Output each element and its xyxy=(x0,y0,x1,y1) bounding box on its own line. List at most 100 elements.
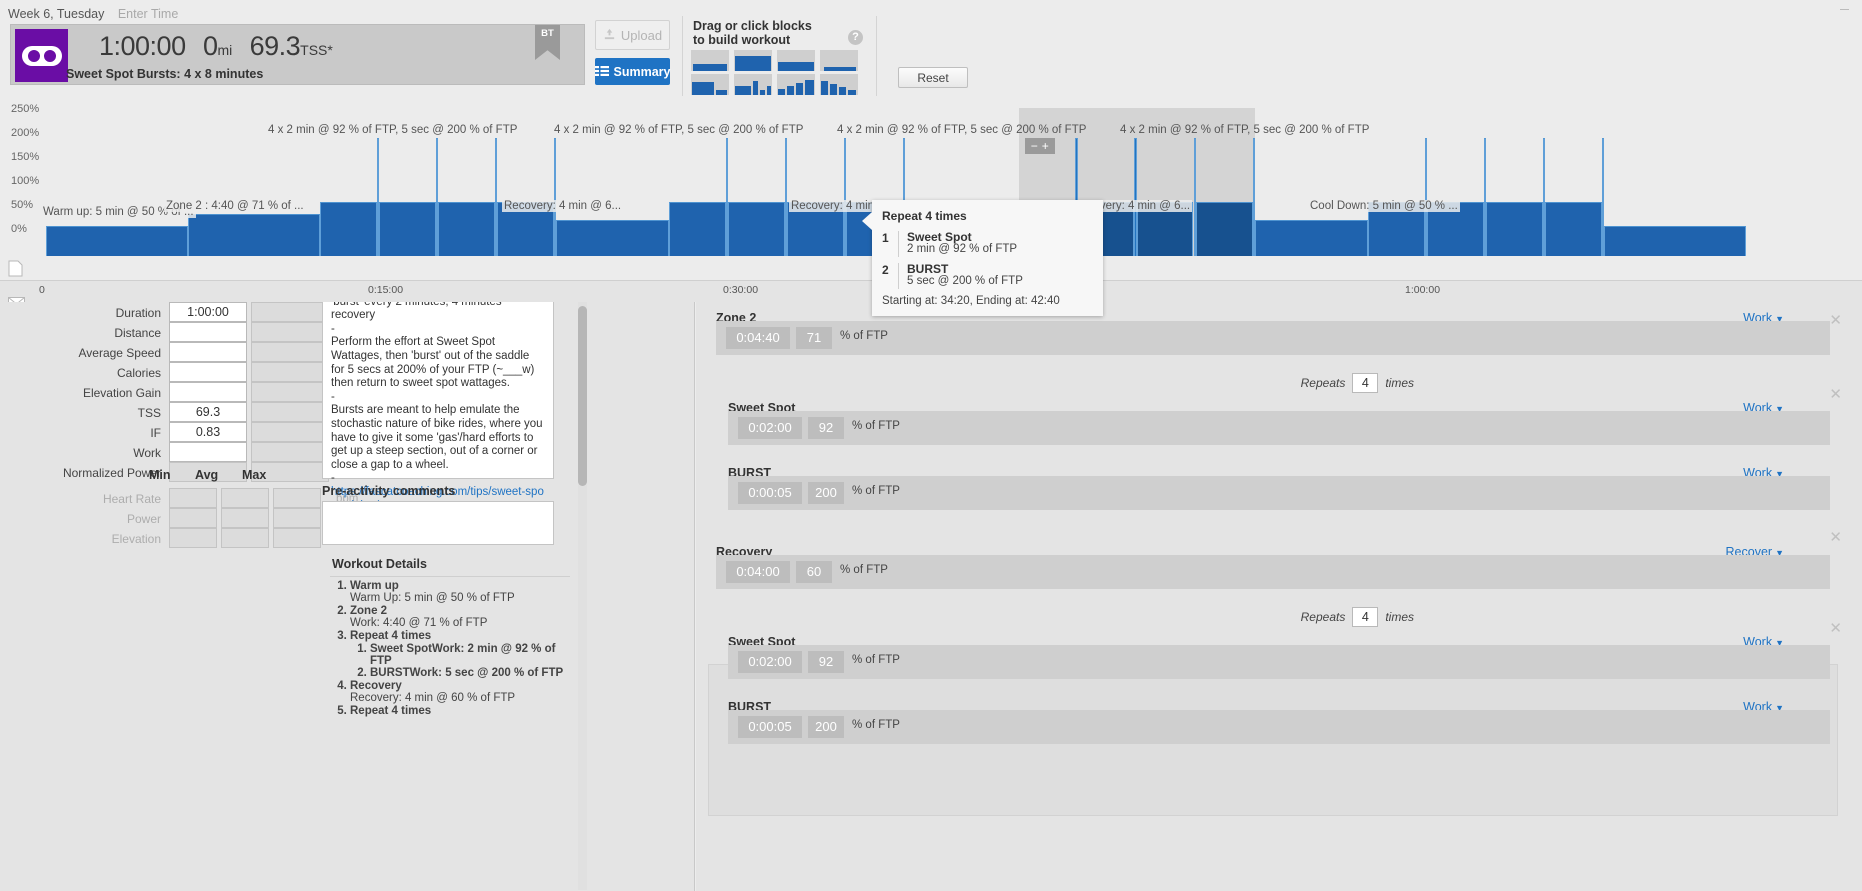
step-row[interactable]: 0:02:00 92 % of FTP xyxy=(728,645,1830,679)
step-row[interactable]: 0:02:00 92 % of FTP xyxy=(728,411,1830,445)
palette-block-ramp-down[interactable] xyxy=(820,74,858,95)
stats-min-input[interactable] xyxy=(169,488,217,508)
step-row[interactable]: 0:04:00 60 % of FTP xyxy=(716,555,1830,589)
palette-block-steady-verylow[interactable] xyxy=(820,50,858,71)
summary-duration: 1:00:00 xyxy=(99,31,186,61)
palette-block-step-down[interactable] xyxy=(691,74,729,95)
segment-label-repeat-2: 4 x 2 min @ 92 % of FTP, 5 sec @ 200 % o… xyxy=(554,124,804,136)
stats-avg-input[interactable] xyxy=(221,488,269,508)
question-mark-icon[interactable]: ? xyxy=(848,30,863,45)
block-repeat-stepper[interactable]: − + xyxy=(1024,138,1055,154)
close-icon[interactable]: ✕ xyxy=(1829,528,1842,546)
chart-segment[interactable] xyxy=(378,201,436,256)
form-completed-input[interactable] xyxy=(251,342,329,362)
minimize-icon[interactable] xyxy=(1840,5,1849,14)
step-duration-input[interactable]: 0:00:05 xyxy=(738,716,802,738)
step-duration-input[interactable]: 0:04:00 xyxy=(726,561,790,583)
step-percent-input[interactable]: 200 xyxy=(808,482,844,504)
form-completed-input[interactable] xyxy=(251,302,329,322)
workout-details-list: Warm upWarm Up: 5 min @ 50 % of FTPZone … xyxy=(328,580,578,718)
x-tick-0: 0 xyxy=(39,284,45,296)
summary-button[interactable]: Summary xyxy=(594,58,671,85)
form-planned-input[interactable] xyxy=(169,322,247,342)
step-percent-input[interactable]: 71 xyxy=(796,327,832,349)
stats-min-input[interactable] xyxy=(169,508,217,528)
stats-max-input[interactable] xyxy=(273,488,321,508)
step-percent-input[interactable]: 200 xyxy=(808,716,844,738)
chart-segment[interactable] xyxy=(1254,220,1369,256)
close-icon[interactable]: ✕ xyxy=(1829,311,1842,329)
palette-block-steady-high[interactable] xyxy=(734,50,772,71)
list-item-detail: Work: 5 sec @ 200 % of FTP xyxy=(409,667,564,679)
reset-button[interactable]: Reset xyxy=(898,67,968,88)
step-row[interactable]: 0:00:05 200 % of FTP xyxy=(728,476,1830,510)
form-label: Work xyxy=(133,446,161,460)
form-planned-input[interactable] xyxy=(169,382,247,402)
stats-max-input[interactable] xyxy=(273,508,321,528)
form-planned-input[interactable]: 0.83 xyxy=(169,422,247,442)
step-row[interactable]: 0:00:05 200 % of FTP xyxy=(728,710,1830,744)
chart-segment[interactable] xyxy=(187,213,320,256)
chart-segment[interactable] xyxy=(319,201,377,256)
repeats-input[interactable]: 4 xyxy=(1352,373,1379,393)
form-completed-input[interactable] xyxy=(251,402,329,422)
step-unit-label: % of FTP xyxy=(852,654,900,666)
form-planned-input[interactable] xyxy=(169,442,247,462)
step-duration-input[interactable]: 0:02:00 xyxy=(738,651,802,673)
form-planned-input[interactable] xyxy=(169,362,247,382)
close-icon[interactable]: ✕ xyxy=(1829,385,1842,403)
repeats-label: Repeats xyxy=(1300,376,1346,390)
summary-distance: 0 xyxy=(202,31,218,61)
description-text[interactable]: 4 x 8 minutes ON in Sweet Spot with a 'b… xyxy=(322,302,554,512)
step-duration-input[interactable]: 0:02:00 xyxy=(738,417,802,439)
repeats-input[interactable]: 4 xyxy=(1352,607,1379,627)
segment-label-zone2: Zone 2 : 4:40 @ 71 % of ... xyxy=(164,200,306,212)
step-duration-input[interactable]: 0:04:40 xyxy=(726,327,790,349)
list-item-detail: Work: 4:40 @ 71 % of FTP xyxy=(350,617,488,629)
step-row[interactable]: 0:04:40 71 % of FTP xyxy=(716,321,1830,355)
step-duration-input[interactable]: 0:00:05 xyxy=(738,482,802,504)
step-percent-input[interactable]: 92 xyxy=(808,651,844,673)
upload-button[interactable]: Upload xyxy=(595,20,670,50)
form-planned-input[interactable] xyxy=(169,342,247,362)
chart-segment[interactable] xyxy=(1545,201,1602,256)
stats-max-input[interactable] xyxy=(273,528,321,548)
form-completed-input[interactable] xyxy=(251,322,329,342)
form-completed-input[interactable] xyxy=(251,422,329,442)
chart-segment[interactable] xyxy=(728,201,786,256)
workout-summary-bar[interactable]: 1:00:00 0mi 69.3TSS* Sweet Spot Bursts: … xyxy=(10,24,585,85)
pre-activity-input[interactable] xyxy=(322,501,554,545)
stats-avg-input[interactable] xyxy=(221,508,269,528)
chart-segment[interactable] xyxy=(1195,201,1253,256)
chart-segment[interactable] xyxy=(1486,201,1543,256)
step-unit-label: % of FTP xyxy=(852,485,900,497)
week-day-label: Week 6, Tuesday xyxy=(8,7,105,21)
palette-block-steady-low[interactable] xyxy=(691,50,729,71)
palette-block-intervals[interactable] xyxy=(734,74,772,95)
form-planned-input[interactable]: 69.3 xyxy=(169,402,247,422)
palette-block-ramp-up[interactable] xyxy=(777,74,815,95)
chart-segment[interactable] xyxy=(1604,226,1746,256)
enter-time-link[interactable]: Enter Time xyxy=(118,7,178,21)
plus-icon[interactable]: + xyxy=(1042,139,1049,153)
step-percent-input[interactable]: 92 xyxy=(808,417,844,439)
chart-segment[interactable] xyxy=(437,201,495,256)
chart-segment[interactable] xyxy=(556,220,670,256)
step-percent-input[interactable]: 60 xyxy=(796,561,832,583)
chart-segment[interactable] xyxy=(46,226,188,256)
left-pane-scrollbar-thumb[interactable] xyxy=(578,306,587,486)
form-label: Duration xyxy=(115,306,161,320)
form-completed-input[interactable] xyxy=(251,382,329,402)
close-icon[interactable]: ✕ xyxy=(1829,619,1842,637)
summary-label: Summary xyxy=(613,64,671,79)
repeat-block-tooltip: Repeat 4 times 1 Sweet Spot 2 min @ 92 %… xyxy=(862,200,1103,316)
form-planned-input[interactable]: 1:00:00 xyxy=(169,302,247,322)
file-icon[interactable] xyxy=(8,260,25,277)
stats-avg-input[interactable] xyxy=(221,528,269,548)
chart-segment[interactable] xyxy=(669,201,726,256)
minus-icon[interactable]: − xyxy=(1031,139,1038,153)
stats-min-input[interactable] xyxy=(169,528,217,548)
form-completed-input[interactable] xyxy=(251,362,329,382)
palette-block-steady-mid[interactable] xyxy=(777,50,815,71)
form-completed-input[interactable] xyxy=(251,442,329,462)
